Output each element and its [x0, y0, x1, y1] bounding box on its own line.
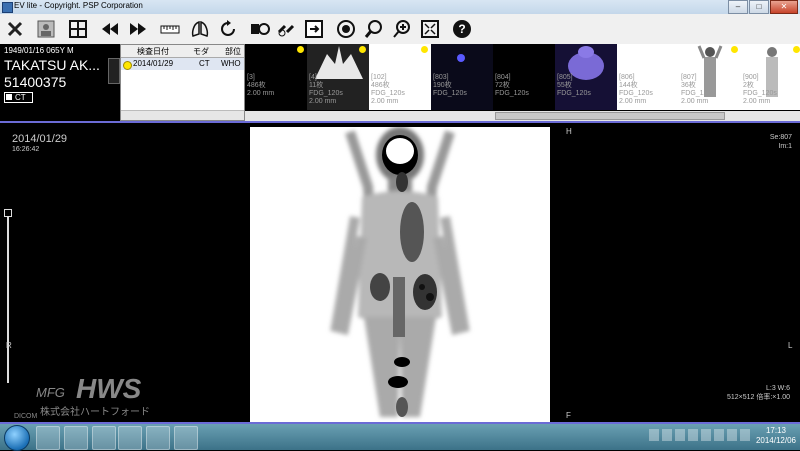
cine-icon[interactable]: [334, 17, 358, 41]
layout-icon[interactable]: [66, 17, 90, 41]
study-modality: CT: [199, 59, 210, 68]
thumbnail[interactable]: [805] 55枚 FDG_120s: [555, 44, 617, 110]
thumbnail[interactable]: [806] 144枚 FDG_120s 2.00 mm: [617, 44, 679, 110]
unread-dot-icon: [297, 46, 304, 53]
tray-icon[interactable]: [675, 429, 685, 441]
orientation-left: R: [6, 341, 12, 350]
unread-dot-icon: [123, 61, 132, 70]
thumbnail[interactable]: [3] 486枚 2.00 mm: [245, 44, 307, 110]
patient-icon[interactable]: [34, 17, 58, 41]
orientation-right: L: [788, 341, 793, 350]
ie-icon[interactable]: [36, 426, 60, 450]
link-icon[interactable]: [274, 17, 298, 41]
series-sync-icon[interactable]: [248, 17, 272, 41]
unread-dot-icon: [731, 46, 738, 53]
study-list-scrollbar[interactable]: [121, 110, 244, 120]
study-region: WHO: [221, 59, 241, 68]
modality-badge: CT: [4, 92, 33, 103]
study-time-overlay: 16:26:42: [12, 146, 40, 153]
window-title: EV lite - Copyright. PSP Corporation: [14, 1, 143, 10]
export-icon[interactable]: [302, 17, 326, 41]
study-date-overlay: 2014/01/29: [12, 133, 68, 145]
ruler-handle[interactable]: [4, 209, 12, 217]
tray-icon[interactable]: [740, 429, 750, 441]
rotate-icon[interactable]: [216, 17, 240, 41]
thumbnail[interactable]: [807] 36枚 FDG_120s 2.00 mm: [679, 44, 741, 110]
unread-dot-icon: [421, 46, 428, 53]
column-date[interactable]: 検査日付: [137, 46, 169, 57]
taskbar: 17:13 2014/12/06: [0, 424, 800, 451]
series-thumbnails: [3] 486枚 2.00 mm [4] 11枚 FDG_120s 2.00 m…: [245, 44, 800, 121]
lung-icon[interactable]: [188, 17, 212, 41]
study-list: 検査日付 モダ 部位 2014/01/29 CT WHO: [120, 44, 245, 121]
series-info: Se:807 Im:1: [769, 134, 792, 150]
column-region[interactable]: 部位: [225, 46, 241, 57]
thumbnail[interactable]: [4] 11枚 FDG_120s 2.00 mm: [307, 44, 369, 110]
thumbnail-scroll-thumb[interactable]: [495, 112, 725, 120]
unread-dot-icon: [793, 46, 800, 53]
scale-ruler: [7, 213, 9, 383]
svg-text:?: ?: [458, 22, 465, 36]
patient-panel: 1949/01/16 065Y M TAKATSU AK... 51400375…: [0, 44, 120, 121]
close-study-icon[interactable]: [3, 17, 27, 41]
app-icon: [2, 2, 13, 13]
minimize-button[interactable]: –: [728, 0, 748, 14]
column-modality[interactable]: モダ: [193, 46, 209, 57]
tray-icon[interactable]: [727, 429, 737, 441]
toolbar: ?: [0, 14, 800, 45]
prev-series-icon[interactable]: [98, 17, 122, 41]
tray-icon[interactable]: [688, 429, 698, 441]
app-icon[interactable]: [146, 426, 170, 450]
tray-icon[interactable]: [701, 429, 711, 441]
patient-scroll-handle[interactable]: [108, 58, 120, 84]
explorer-icon[interactable]: [64, 426, 88, 450]
zoom-in-icon[interactable]: [390, 17, 414, 41]
tray-icon[interactable]: [714, 429, 724, 441]
next-series-icon[interactable]: [126, 17, 150, 41]
tray-icon[interactable]: [662, 429, 672, 441]
thumbnail[interactable]: [900] 2枚 FDG_120s 2.00 mm: [741, 44, 800, 110]
window-level-info: L:3 W:6 512×512 倍率:×1.00: [726, 385, 790, 401]
patient-name: TAKATSU AK...: [4, 57, 100, 73]
ev-lite-icon[interactable]: [118, 426, 142, 450]
study-row[interactable]: 2014/01/29 CT WHO: [121, 58, 244, 70]
tray-icon[interactable]: [649, 429, 659, 441]
app-icon[interactable]: [174, 426, 198, 450]
fit-icon[interactable]: [418, 17, 442, 41]
patient-id: 51400375: [4, 74, 67, 90]
chrome-icon[interactable]: [92, 426, 116, 450]
unread-dot-icon: [359, 46, 366, 53]
clock[interactable]: 17:13 2014/12/06: [756, 426, 796, 446]
thumbnail[interactable]: [102] 486枚 FDG_120s 2.00 mm: [369, 44, 431, 110]
system-tray: [649, 429, 750, 441]
pet-mip-image[interactable]: [250, 127, 550, 422]
title-bar: EV lite - Copyright. PSP Corporation – □…: [0, 0, 800, 15]
maximize-button[interactable]: □: [749, 0, 769, 14]
close-button[interactable]: ✕: [770, 0, 798, 14]
thumbnail[interactable]: [803] 190枚 FDG_120s: [431, 44, 493, 110]
orientation-top: H: [566, 127, 572, 136]
thumbnail[interactable]: [804] 72枚 FDG_120s: [493, 44, 555, 110]
zoom-out-icon[interactable]: [362, 17, 386, 41]
study-list-header: 検査日付 モダ 部位: [121, 45, 244, 58]
thumbnail-scrollbar[interactable]: [245, 111, 800, 121]
start-button[interactable]: [4, 425, 30, 451]
orientation-bottom: F: [566, 411, 571, 420]
image-viewer[interactable]: 2014/01/29 16:26:42 H R L F Se:807 Im:1 L…: [0, 121, 800, 424]
study-date: 2014/01/29: [133, 59, 174, 68]
help-icon[interactable]: ?: [450, 17, 474, 41]
ruler-icon[interactable]: [158, 17, 182, 41]
patient-dob: 1949/01/16 065Y M: [4, 46, 74, 55]
